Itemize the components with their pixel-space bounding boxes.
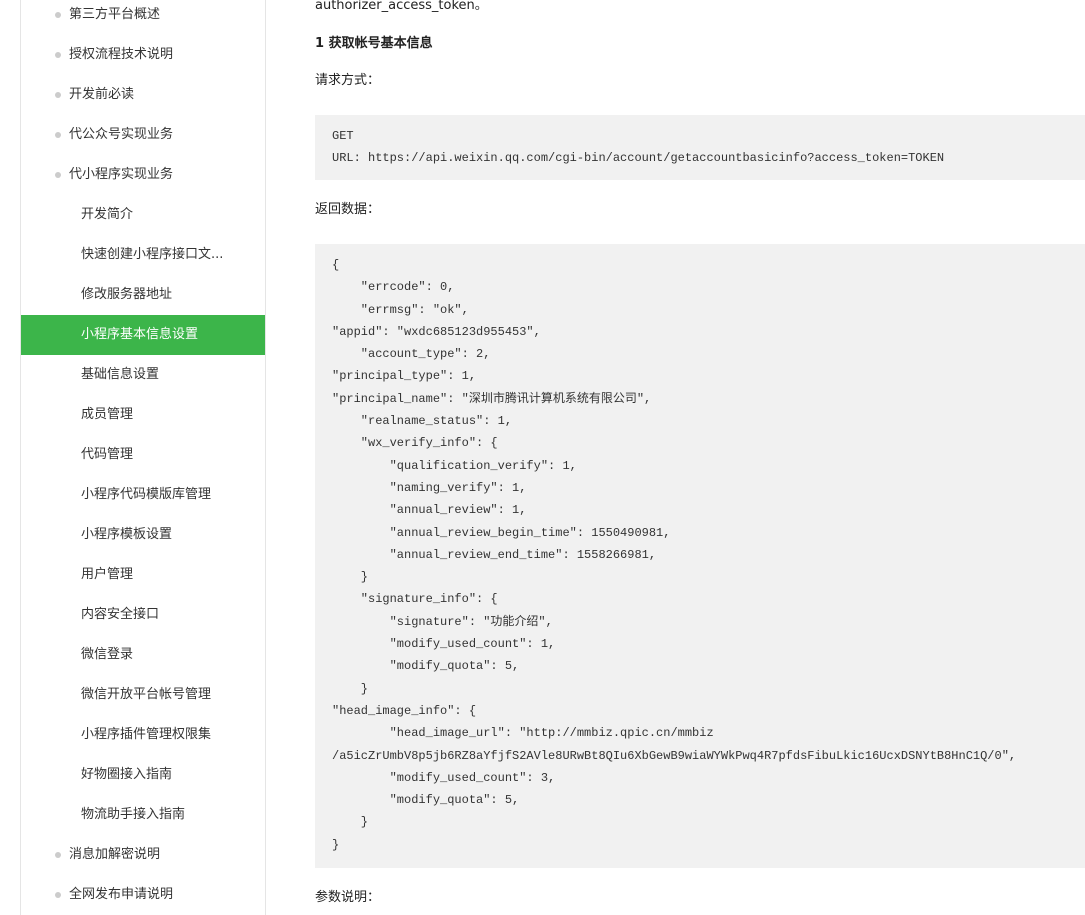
code-line: ″modify_used_count″: 3,	[332, 770, 556, 785]
sidebar-item[interactable]: 好物圈接入指南	[21, 755, 265, 795]
code-line: ″head_image_info″: {	[332, 703, 477, 718]
code-line: ″head_image_url″: ″http://mmbiz.qpic.cn/…	[332, 726, 714, 741]
code-line: ″principal_type″: 1,	[332, 369, 477, 384]
code-line: ″principal_name″: ″深圳市腾讯计算机系统有限公司″,	[332, 391, 652, 406]
response-label: 返回数据：	[315, 202, 381, 217]
code-line: }	[332, 570, 369, 585]
sidebar-item[interactable]: 代码管理	[21, 435, 265, 475]
sidebar-item[interactable]: 消息加解密说明	[21, 835, 265, 875]
code-line: ″appid″: ″wxdc685123d955453″,	[332, 324, 541, 339]
intro-text: authorizer_access_token。	[315, 0, 488, 13]
sidebar-item[interactable]: 成员管理	[21, 395, 265, 435]
code-line: URL: https://api.weixin.qq.com/cgi-bin/a…	[332, 151, 945, 166]
code-line: ″qualification_verify″: 1,	[332, 458, 577, 473]
code-line: ″wx_verify_info″: {	[332, 436, 498, 451]
request-label: 请求方式：	[315, 73, 381, 88]
code-line: ″naming_verify″: 1,	[332, 480, 527, 495]
sidebar-item[interactable]: 物流助手接入指南	[21, 795, 265, 835]
code-line: ″modify_quota″: 5,	[332, 793, 520, 808]
code-line: ″realname_status″: 1,	[332, 414, 513, 429]
code-line: ″errcode″: 0,	[332, 280, 455, 295]
sidebar-item[interactable]: 微信开放平台帐号管理	[21, 675, 265, 715]
code-line: ″modify_quota″: 5,	[332, 659, 520, 674]
sidebar-item[interactable]: 代小程序实现业务	[21, 155, 265, 195]
sidebar-item[interactable]: 全网发布申请说明	[21, 875, 265, 915]
sidebar-item[interactable]: 快速创建小程序接口文...	[21, 235, 265, 275]
code-line: }	[332, 837, 340, 852]
code-line: ″signature″: ″功能介绍″,	[332, 614, 553, 629]
code-line: ″account_type″: 2,	[332, 347, 491, 362]
code-line: ″annual_review_end_time″: 1558266981,	[332, 547, 657, 562]
code-line: ″errmsg″: ″ok″,	[332, 302, 469, 317]
code-line: }	[332, 681, 369, 696]
sidebar-item[interactable]: 微信登录	[21, 635, 265, 675]
section-title: 1 获取帐号基本信息	[315, 36, 433, 51]
sidebar-item[interactable]: 第三方平台概述	[21, 0, 265, 35]
request-code-block: GET URL: https://api.weixin.qq.com/cgi-b…	[315, 115, 1085, 180]
sidebar-item[interactable]: 授权流程技术说明	[21, 35, 265, 75]
code-line: ″annual_review_begin_time″: 1550490981,	[332, 525, 671, 540]
sidebar-nav: 第三方平台概述 授权流程技术说明 开发前必读 代公众号实现业务 代小程序实现业务 开发简介…	[20, 0, 266, 915]
sidebar-item[interactable]: 内容安全接口	[21, 595, 265, 635]
sidebar-item[interactable]: 小程序代码模版库管理	[21, 475, 265, 515]
sidebar-item[interactable]: 基础信息设置	[21, 355, 265, 395]
sidebar-item[interactable]: 开发前必读	[21, 75, 265, 115]
code-line: {	[332, 258, 340, 272]
code-line: /a5icZrUmbV8p5jb6RZ8aYfjfS2AVle8URwBt8QI…	[332, 748, 1017, 763]
params-label: 参数说明：	[315, 890, 381, 905]
code-line: }	[332, 815, 369, 830]
code-line: ″signature_info″: {	[332, 592, 498, 607]
code-line: GET	[332, 129, 354, 143]
sidebar-item[interactable]: 开发简介	[21, 195, 265, 235]
code-line: ″annual_review″: 1,	[332, 503, 527, 518]
code-line: ″modify_used_count″: 1,	[332, 637, 556, 652]
sidebar-item[interactable]: 小程序模板设置	[21, 515, 265, 555]
sidebar-item[interactable]: 小程序基本信息设置	[21, 315, 265, 355]
sidebar-item[interactable]: 修改服务器地址	[21, 275, 265, 315]
response-code-block: { ″errcode″: 0, ″errmsg″: ″ok″, ″appid″: …	[315, 244, 1085, 868]
sidebar-item[interactable]: 小程序插件管理权限集	[21, 715, 265, 755]
sidebar-item[interactable]: 代公众号实现业务	[21, 115, 265, 155]
sidebar-item[interactable]: 用户管理	[21, 555, 265, 595]
